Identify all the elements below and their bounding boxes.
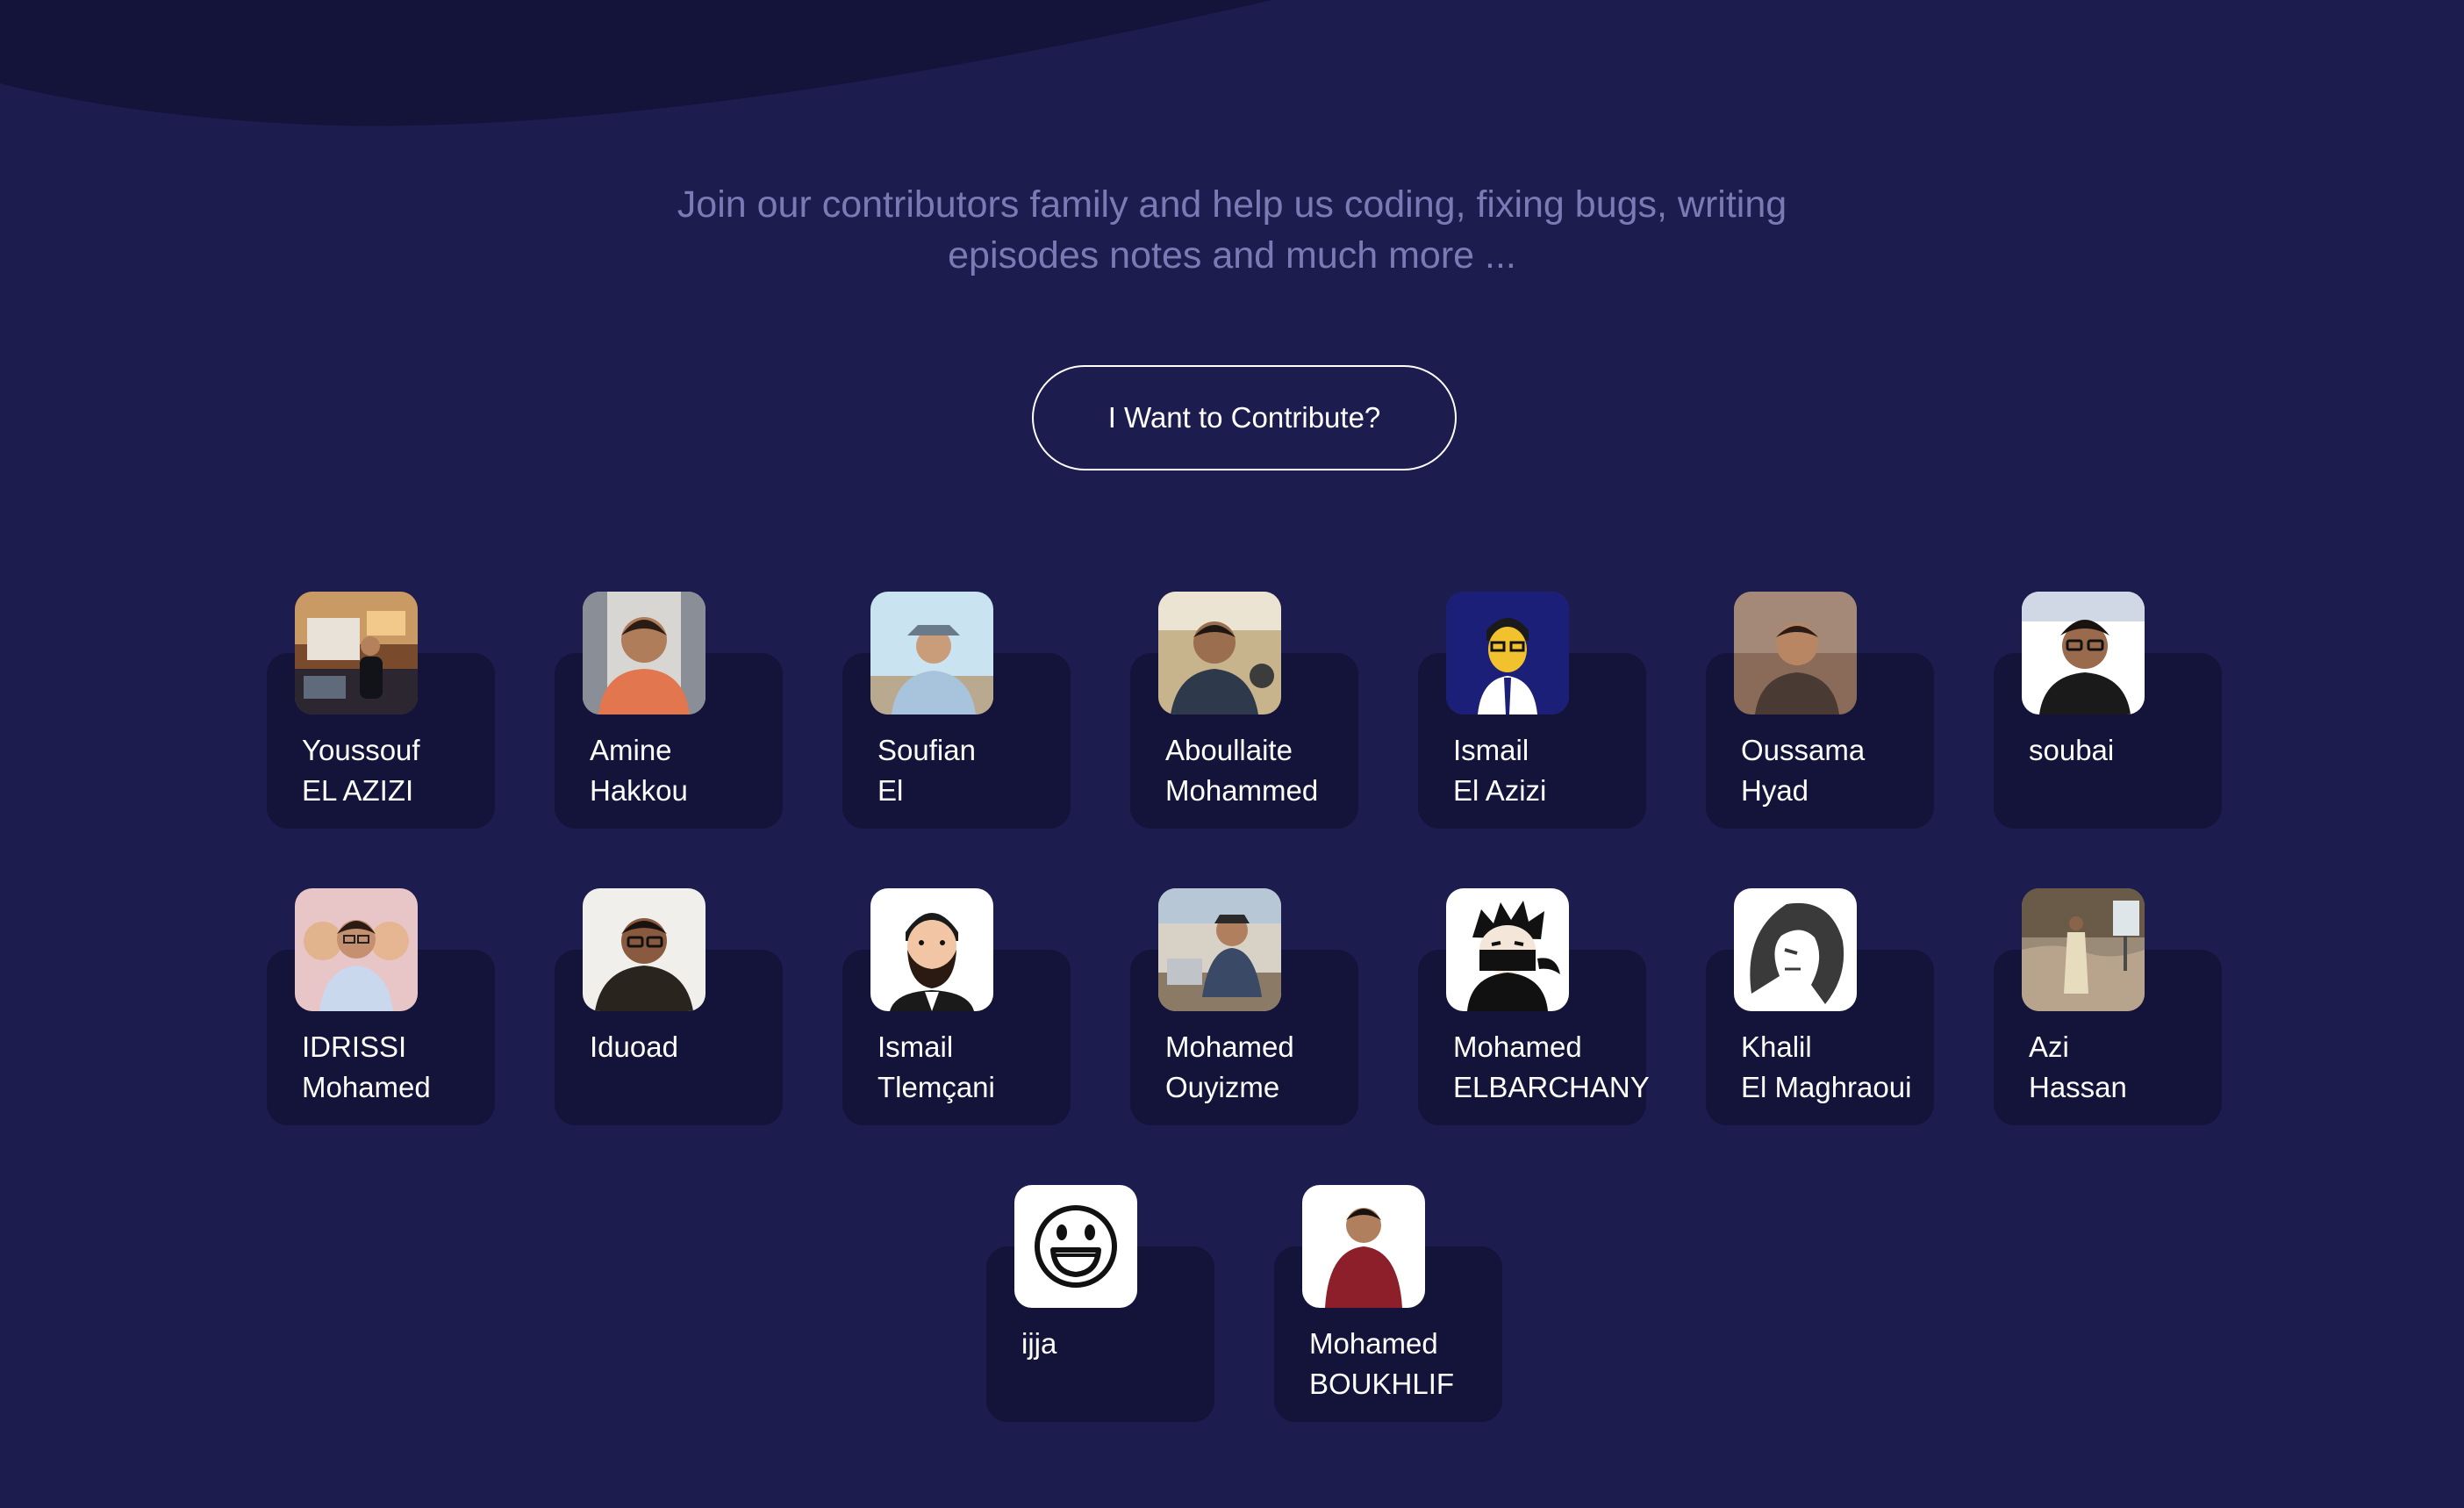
- contributor-last-name: El: [877, 774, 904, 807]
- cartoon-beard-icon: [870, 888, 993, 1011]
- contributor-card[interactable]: Youssouf EL AZIZI: [267, 592, 495, 829]
- contributor-name: Soufian El: [877, 730, 1141, 811]
- contributor-last-name: EL AZIZI: [302, 774, 414, 807]
- person-photo-icon: [583, 888, 706, 1011]
- contributor-name: Iduoad: [590, 1027, 853, 1067]
- contributor-last-name: Hakkou: [590, 774, 688, 807]
- contributor-last-name: El Maghraoui: [1741, 1071, 1912, 1103]
- contributor-first-name: Mohamed: [1453, 1030, 1582, 1063]
- contributor-first-name: Soufian: [877, 734, 976, 766]
- contributor-first-name: Mohamed: [1165, 1030, 1294, 1063]
- contributor-card[interactable]: Iduoad: [555, 888, 783, 1125]
- person-photo-icon: [583, 592, 706, 715]
- contributor-name: Ismail El Azizi: [1453, 730, 1716, 811]
- contributor-last-name: Hassan: [2029, 1071, 2127, 1103]
- person-photo-icon: [1734, 592, 1857, 715]
- contributor-card[interactable]: Mohamed ELBARCHANY: [1418, 888, 1650, 1125]
- contributor-first-name: Mohamed: [1309, 1327, 1438, 1360]
- contributor-first-name: Oussama: [1741, 734, 1866, 766]
- contributor-first-name: Khalil: [1741, 1030, 1812, 1063]
- contributor-name: Mohamed Ouyizme: [1165, 1027, 1429, 1108]
- contributor-name: Khalil El Maghraoui: [1741, 1027, 2004, 1108]
- speaker-photo-icon: [295, 592, 418, 715]
- contributor-first-name: Aboullaite: [1165, 734, 1293, 766]
- contributor-card[interactable]: Soufian El: [842, 592, 1071, 829]
- contributor-name: Ismail Tlemçani: [877, 1027, 1141, 1108]
- contributor-last-name: ELBARCHANY: [1453, 1071, 1650, 1103]
- contributor-last-name: Ouyizme: [1165, 1071, 1280, 1103]
- contributor-first-name: Ismail: [1453, 734, 1529, 766]
- person-photo-icon: [2022, 592, 2145, 715]
- contributor-name: Mohamed BOUKHLIF: [1309, 1324, 1572, 1404]
- contributor-card[interactable]: Mohamed BOUKHLIF: [1274, 1185, 1502, 1422]
- contributor-first-name: IDRISSI: [302, 1030, 407, 1063]
- contributor-last-name: El Azizi: [1453, 774, 1547, 807]
- hooded-sketch-icon: [1734, 888, 1857, 1011]
- contributor-card[interactable]: soubai: [1994, 592, 2222, 829]
- contributor-name: Mohamed ELBARCHANY: [1453, 1027, 1716, 1108]
- contributor-last-name: Mohamed: [302, 1071, 431, 1103]
- contributor-last-name: Mohammed: [1165, 774, 1319, 807]
- contributors-grid: Youssouf EL AZIZI Amine Hakkou Soufian E…: [0, 0, 2464, 1508]
- contributor-name: Oussama Hyad: [1741, 730, 2004, 811]
- contributor-card[interactable]: Amine Hakkou: [555, 592, 783, 829]
- person-hat-photo-icon: [870, 592, 993, 715]
- contributor-last-name: Hyad: [1741, 774, 1809, 807]
- contributor-name: Amine Hakkou: [590, 730, 853, 811]
- contributor-first-name: Ismail: [877, 1030, 954, 1063]
- contributor-name: Azi Hassan: [2029, 1027, 2292, 1108]
- contributor-card[interactable]: Aboullaite Mohammed: [1130, 592, 1358, 829]
- contributor-first-name: Amine: [590, 734, 672, 766]
- smiley-face-icon: [1014, 1185, 1137, 1308]
- ninja-avatar-icon: [1446, 888, 1569, 1011]
- contributor-first-name: Azi: [2029, 1030, 2069, 1063]
- contributor-name: ijja: [1021, 1324, 1285, 1364]
- contributor-name: IDRISSI Mohamed: [302, 1027, 565, 1108]
- contributor-last-name: BOUKHLIF: [1309, 1368, 1455, 1400]
- contributor-card[interactable]: Ismail Tlemçani: [842, 888, 1071, 1125]
- contributor-name: Aboullaite Mohammed: [1165, 730, 1429, 811]
- contributor-first-name: soubai: [2029, 734, 2115, 766]
- contributor-name: Youssouf EL AZIZI: [302, 730, 565, 811]
- contributor-card[interactable]: Ismail El Azizi: [1418, 592, 1646, 829]
- contributors-section: Join our contributors family and help us…: [0, 0, 2464, 1508]
- contributor-card[interactable]: ijja: [986, 1185, 1214, 1422]
- contributor-first-name: Iduoad: [590, 1030, 678, 1063]
- contributor-card[interactable]: Azi Hassan: [1994, 888, 2222, 1125]
- group-photo-icon: [295, 888, 418, 1011]
- contributor-card[interactable]: IDRISSI Mohamed: [267, 888, 495, 1125]
- contributor-first-name: Youssouf: [302, 734, 420, 766]
- outdoor-photo-icon: [2022, 888, 2145, 1011]
- contributor-last-name: Tlemçani: [877, 1071, 995, 1103]
- person-photo-icon: [1158, 888, 1281, 1011]
- contributor-card[interactable]: Oussama Hyad: [1706, 592, 1934, 829]
- contributor-first-name: ijja: [1021, 1327, 1057, 1360]
- contributor-card[interactable]: Khalil El Maghraoui: [1706, 888, 1934, 1125]
- person-photo-icon: [1158, 592, 1281, 715]
- contributor-name: soubai: [2029, 730, 2292, 771]
- contributor-card[interactable]: Mohamed Ouyizme: [1130, 888, 1358, 1125]
- person-photo-icon: [1302, 1185, 1425, 1308]
- cartoon-avatar-icon: [1446, 592, 1569, 715]
